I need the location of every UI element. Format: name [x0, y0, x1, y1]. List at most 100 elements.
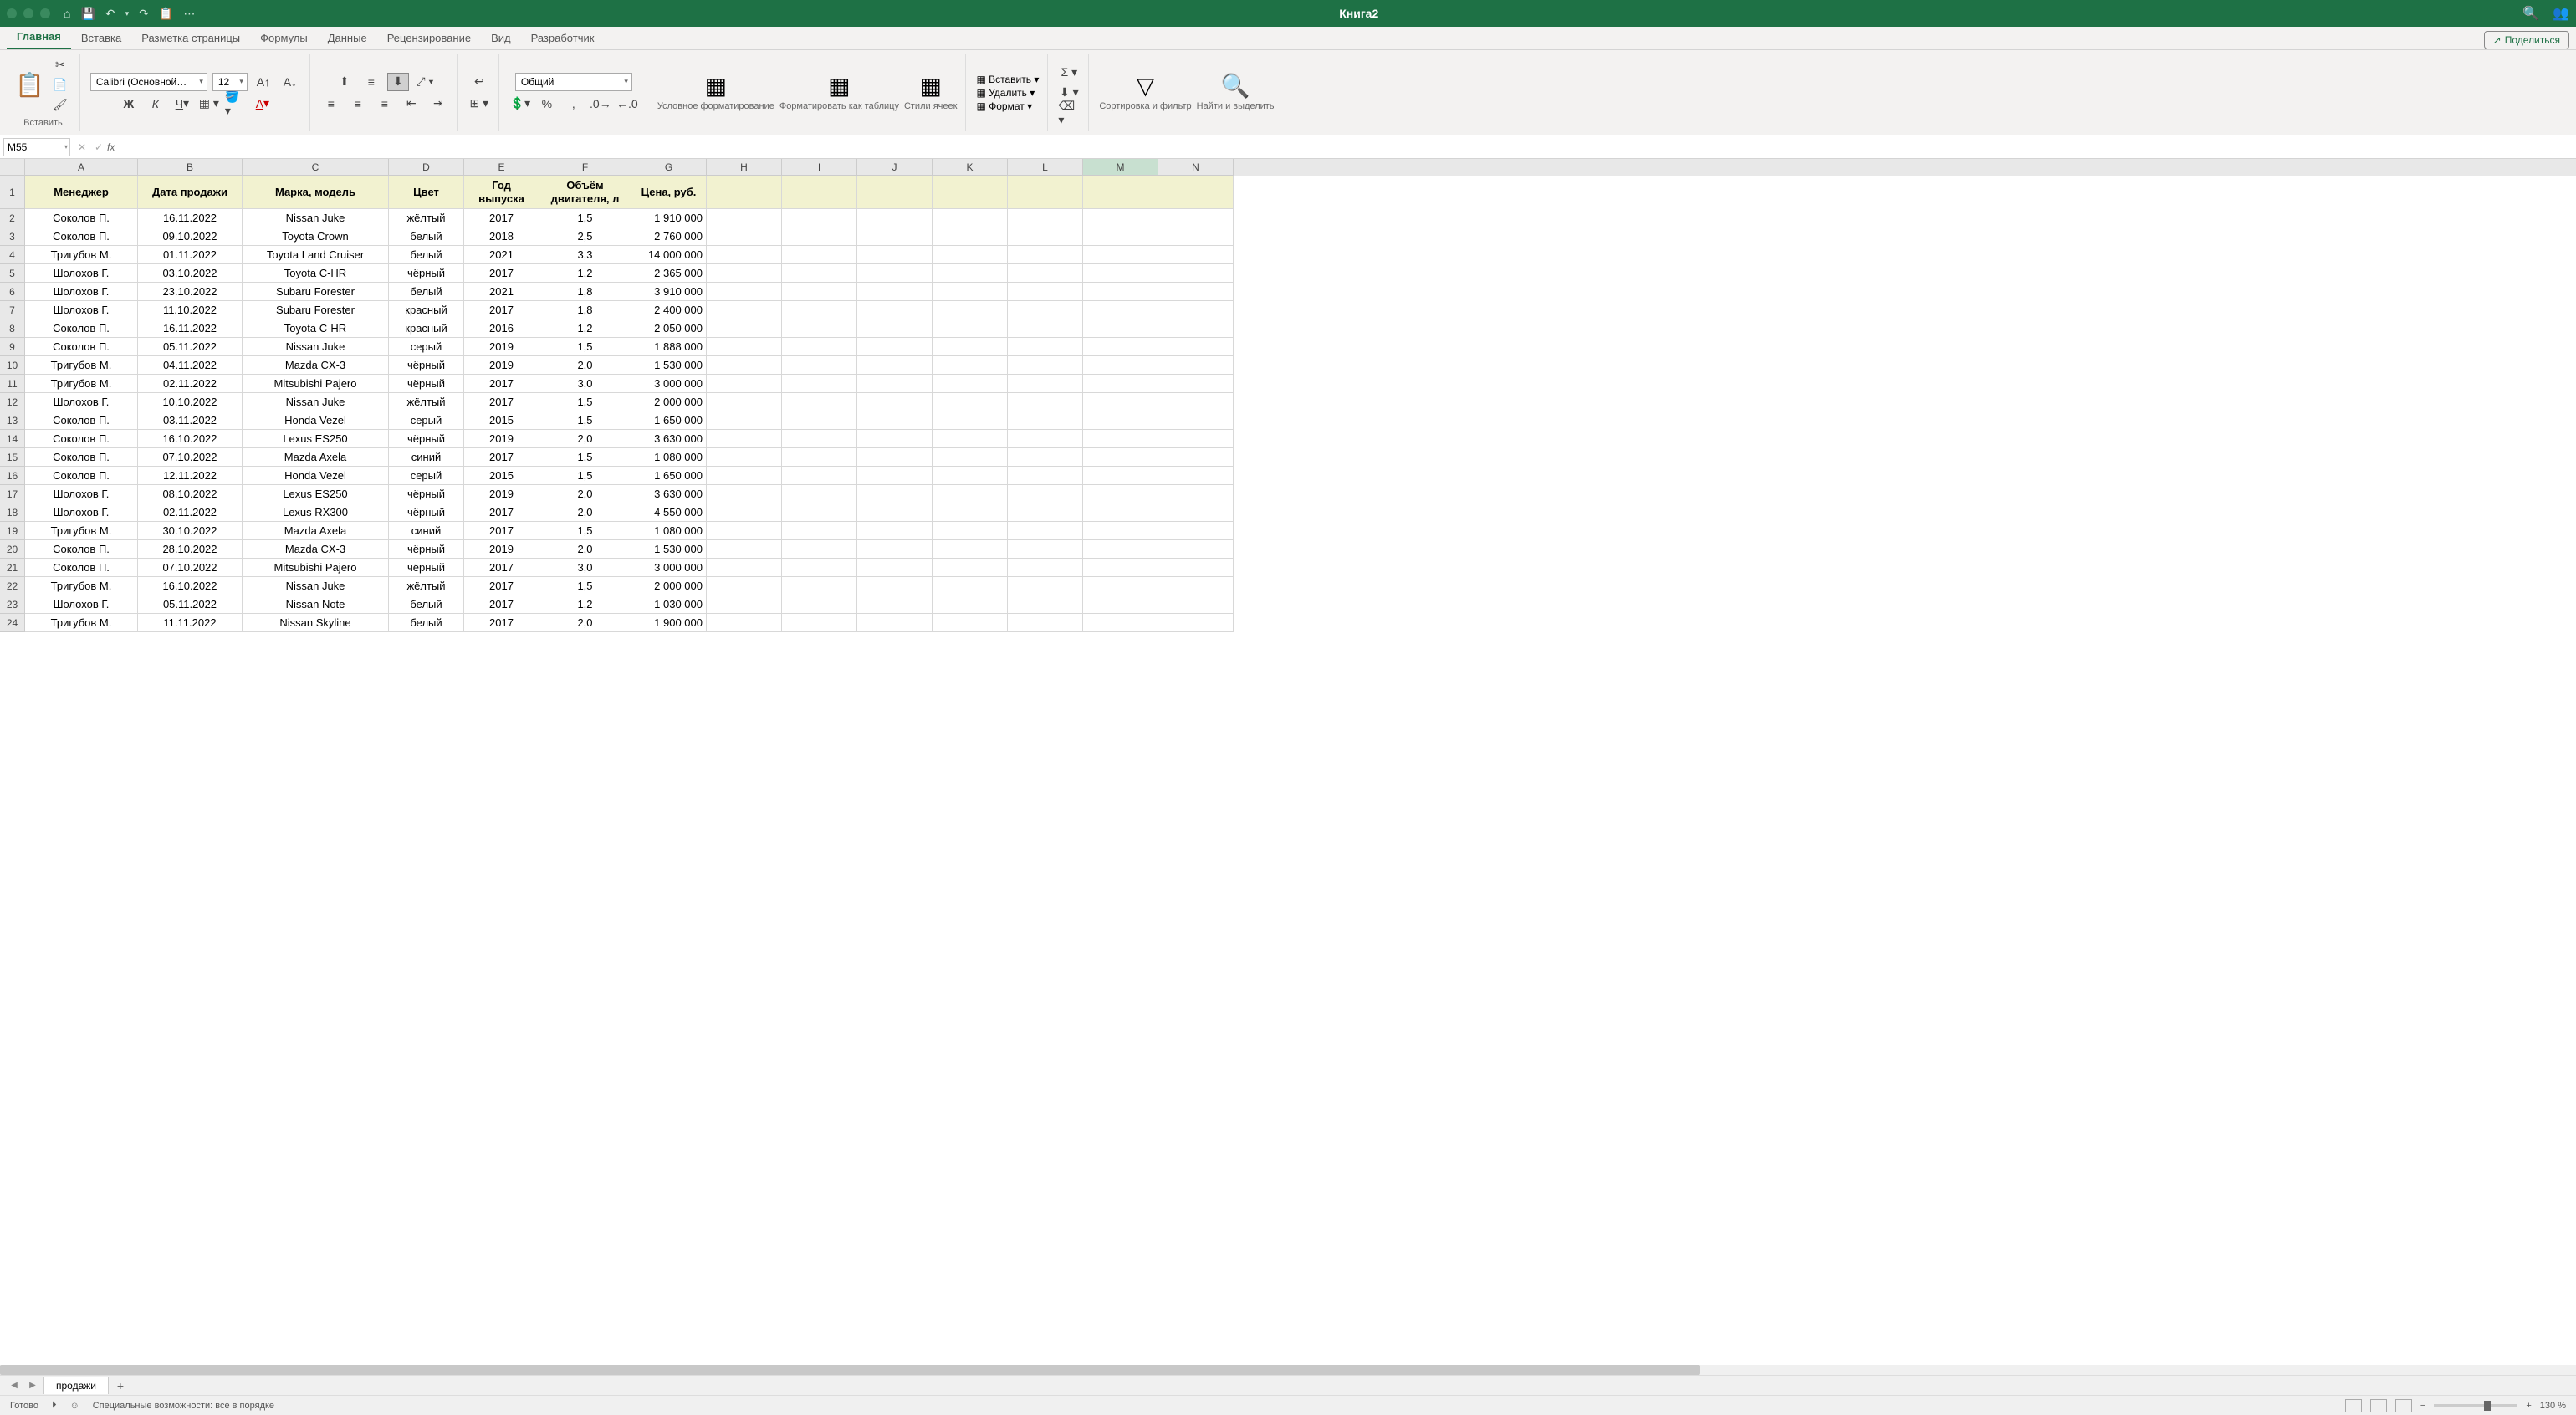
increase-indent-icon[interactable]: ⇥: [427, 95, 449, 113]
redo-icon[interactable]: ↷: [139, 7, 149, 21]
cell[interactable]: 28.10.2022: [138, 540, 243, 559]
cell[interactable]: Соколов П.: [25, 467, 138, 485]
cell[interactable]: жёлтый: [389, 209, 464, 227]
cell[interactable]: 2,5: [539, 227, 631, 246]
row-header-8[interactable]: 8: [0, 319, 25, 338]
tab-Разметка страницы[interactable]: Разметка страницы: [131, 28, 250, 49]
cell[interactable]: 2 365 000: [631, 264, 707, 283]
cell[interactable]: красный: [389, 301, 464, 319]
cell[interactable]: Тригубов М.: [25, 356, 138, 375]
cell[interactable]: [707, 540, 782, 559]
close-dot[interactable]: [7, 8, 17, 18]
cell[interactable]: 2,0: [539, 614, 631, 632]
cell[interactable]: [1083, 577, 1158, 595]
cell[interactable]: [1008, 176, 1083, 209]
cell[interactable]: синий: [389, 522, 464, 540]
cell[interactable]: 1 080 000: [631, 522, 707, 540]
cell[interactable]: жёлтый: [389, 577, 464, 595]
align-bottom-icon[interactable]: ⬇: [387, 73, 409, 91]
font-name-select[interactable]: Calibri (Основной…: [90, 73, 207, 91]
cell[interactable]: [707, 614, 782, 632]
percent-icon[interactable]: %: [536, 95, 558, 113]
cell[interactable]: [782, 176, 857, 209]
cell[interactable]: [1083, 301, 1158, 319]
cell[interactable]: 2 400 000: [631, 301, 707, 319]
cell[interactable]: [1158, 209, 1234, 227]
cell[interactable]: 2018: [464, 227, 539, 246]
cell[interactable]: Mitsubishi Pajero: [243, 375, 389, 393]
accessibility-icon[interactable]: ☺: [69, 1401, 79, 1411]
cell[interactable]: 02.11.2022: [138, 503, 243, 522]
cell[interactable]: [782, 559, 857, 577]
window-controls[interactable]: [7, 8, 50, 18]
cell[interactable]: серый: [389, 338, 464, 356]
cell[interactable]: 2,0: [539, 540, 631, 559]
share-button[interactable]: ↗ Поделиться: [2484, 31, 2569, 49]
cell[interactable]: [707, 227, 782, 246]
align-center-icon[interactable]: ≡: [347, 95, 369, 113]
cell[interactable]: [857, 209, 933, 227]
sheet-next-icon[interactable]: ▶: [25, 1381, 40, 1390]
cell[interactable]: [1158, 246, 1234, 264]
cell[interactable]: [857, 522, 933, 540]
cell[interactable]: чёрный: [389, 375, 464, 393]
cell[interactable]: [782, 577, 857, 595]
format-table-button[interactable]: ▦Форматировать как таблицу: [779, 72, 899, 112]
cell[interactable]: [1008, 393, 1083, 411]
cell[interactable]: Цена, руб.: [631, 176, 707, 209]
view-layout-icon[interactable]: [2370, 1399, 2387, 1412]
cell[interactable]: 1 900 000: [631, 614, 707, 632]
cell[interactable]: [1008, 227, 1083, 246]
currency-icon[interactable]: 💲▾: [509, 95, 531, 113]
align-right-icon[interactable]: ≡: [374, 95, 396, 113]
cell[interactable]: 07.10.2022: [138, 559, 243, 577]
cell[interactable]: [782, 393, 857, 411]
cell[interactable]: [857, 614, 933, 632]
home-icon[interactable]: ⌂: [64, 7, 70, 20]
col-header-I[interactable]: I: [782, 159, 857, 176]
cell[interactable]: 1 030 000: [631, 595, 707, 614]
cell[interactable]: [1008, 338, 1083, 356]
cell[interactable]: [782, 227, 857, 246]
cell[interactable]: 1,2: [539, 595, 631, 614]
cell[interactable]: 2019: [464, 356, 539, 375]
cell[interactable]: Менеджер: [25, 176, 138, 209]
cell[interactable]: [1158, 283, 1234, 301]
cell[interactable]: [933, 577, 1008, 595]
fx-icon[interactable]: fx: [107, 141, 115, 153]
cell[interactable]: 2015: [464, 467, 539, 485]
cell[interactable]: 2 000 000: [631, 393, 707, 411]
cell[interactable]: [857, 301, 933, 319]
cell[interactable]: [782, 246, 857, 264]
increase-decimal-icon[interactable]: .0→: [590, 95, 611, 113]
row-header-19[interactable]: 19: [0, 522, 25, 540]
cell[interactable]: 4 550 000: [631, 503, 707, 522]
cell[interactable]: 1,5: [539, 411, 631, 430]
cell[interactable]: [1083, 411, 1158, 430]
cell[interactable]: [933, 338, 1008, 356]
cell[interactable]: Тригубов М.: [25, 577, 138, 595]
cell[interactable]: [1158, 430, 1234, 448]
cell[interactable]: [1008, 209, 1083, 227]
row-header-17[interactable]: 17: [0, 485, 25, 503]
zoom-in-icon[interactable]: +: [2526, 1401, 2531, 1411]
cell[interactable]: Mazda CX-3: [243, 540, 389, 559]
cell[interactable]: Nissan Skyline: [243, 614, 389, 632]
cell[interactable]: 1 530 000: [631, 540, 707, 559]
cell[interactable]: чёрный: [389, 503, 464, 522]
cell[interactable]: [1158, 577, 1234, 595]
decrease-decimal-icon[interactable]: ←.0: [616, 95, 638, 113]
cell[interactable]: [1158, 375, 1234, 393]
max-dot[interactable]: [40, 8, 50, 18]
zoom-out-icon[interactable]: −: [2420, 1401, 2425, 1411]
cell[interactable]: [782, 264, 857, 283]
cell[interactable]: [1008, 614, 1083, 632]
tab-Разработчик[interactable]: Разработчик: [521, 28, 605, 49]
tab-Вид[interactable]: Вид: [481, 28, 521, 49]
cell[interactable]: [1158, 559, 1234, 577]
cell[interactable]: [707, 503, 782, 522]
cell[interactable]: [1158, 264, 1234, 283]
cell[interactable]: [857, 338, 933, 356]
row-header-23[interactable]: 23: [0, 595, 25, 614]
cell[interactable]: [933, 485, 1008, 503]
